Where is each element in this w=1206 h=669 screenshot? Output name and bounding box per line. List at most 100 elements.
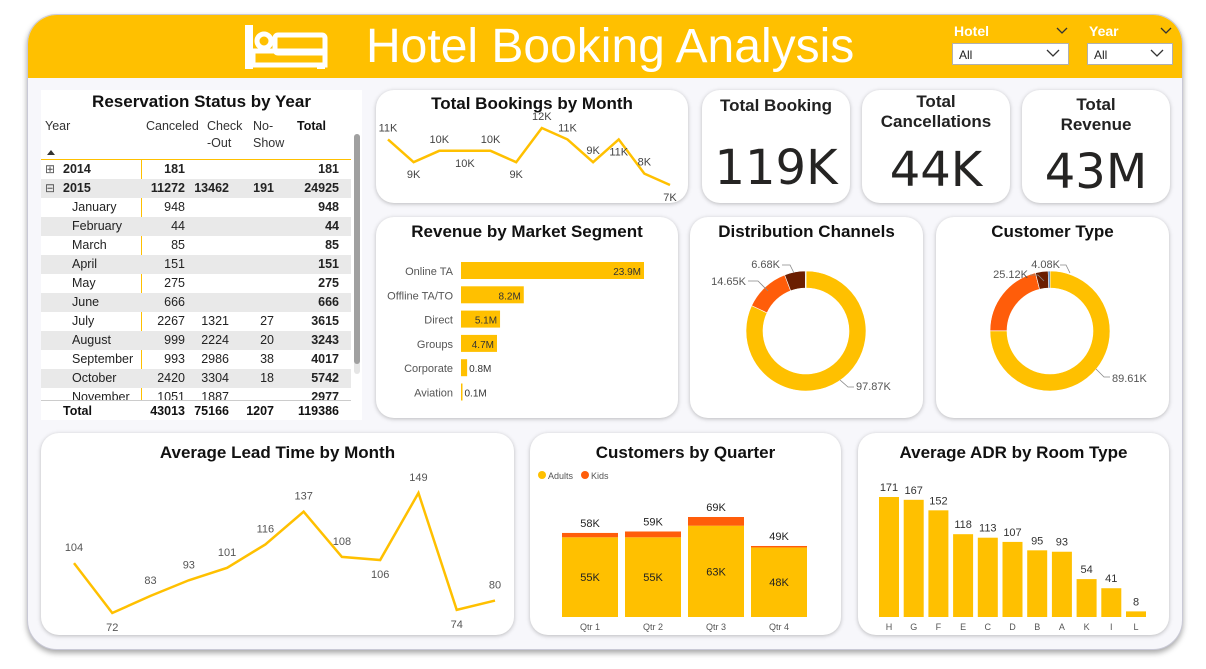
cell-total: 3615: [311, 314, 339, 328]
adr-category-label: D: [1009, 622, 1016, 632]
row-label: August: [72, 333, 111, 347]
bookings-data-label: 11K: [379, 122, 398, 134]
row-label: 2015: [63, 181, 91, 195]
kpi-total-cancellations: Total Cancellations 44K: [862, 90, 1010, 203]
kpi-total-booking: Total Booking 119K: [702, 90, 850, 203]
quarter-stacked-bar-chart[interactable]: Adults Kids 55K 58K Qtr 1 55K 59K Qtr 2 63K 69K Qt…: [530, 433, 841, 635]
adr-bar: [1027, 550, 1048, 617]
quarter-adults-label: 55K: [580, 572, 600, 584]
adr-bar: [928, 510, 949, 617]
year-slicer[interactable]: Year All: [1087, 23, 1175, 67]
total-noshow: 1207: [246, 404, 274, 418]
quarter-category-label: Qtr 4: [769, 622, 789, 632]
bookings-line-chart[interactable]: 11K 9K 10K 10K 10K 9K 12K 11K 9K 11K 8K 7K: [376, 90, 688, 203]
revenue-bar-chart[interactable]: Online TA 23.9M Offline TA/TO 8.2M Direct 5.1…: [376, 217, 678, 418]
cell-total: 666: [318, 295, 339, 309]
dashboard-title: Hotel Booking Analysis: [366, 20, 855, 73]
quarter-adults-label: 63K: [706, 566, 726, 578]
channels-leader-line: [782, 264, 795, 274]
row-label: October: [72, 371, 117, 385]
hotel-dropdown[interactable]: All: [952, 43, 1069, 65]
chevron-down-icon[interactable]: [1056, 27, 1068, 35]
table-row[interactable]: June 666 666: [41, 293, 351, 312]
kpi-total-booking-value: 119K: [714, 140, 838, 196]
adr-category-label: K: [1084, 622, 1090, 632]
col-header-year[interactable]: Year: [45, 118, 70, 135]
hotel-slicer[interactable]: Hotel All: [952, 23, 1070, 67]
customer-type-donut-chart[interactable]: 89.61K 25.12K4.08K: [936, 217, 1169, 418]
header-banner: Hotel Booking Analysis Hotel All Year Al…: [28, 15, 1182, 78]
total-total: 119386: [297, 404, 339, 418]
bookings-data-label: 10K: [455, 158, 475, 170]
table-row[interactable]: ⊟ 2015 11272 13462 191 24925: [41, 179, 351, 198]
adr-category-label: B: [1034, 622, 1040, 632]
adr-bar: [1051, 551, 1072, 617]
bookings-data-label: 7K: [663, 192, 677, 203]
cell-noshow: 27: [260, 314, 274, 328]
col-header-total[interactable]: Total: [297, 118, 326, 135]
bed-icon: [245, 25, 328, 69]
table-row[interactable]: May 275 275: [41, 274, 351, 293]
adr-category-label: E: [960, 622, 966, 632]
cell-canceled: 666: [164, 295, 185, 309]
revenue-data-label: 0.8M: [469, 364, 491, 375]
scrollbar-thumb[interactable]: [354, 134, 360, 364]
adr-by-room-card: Average ADR by Room Type 171 H 167 G 152 F 118…: [858, 433, 1169, 635]
table-row[interactable]: October 2420 3304 18 5742: [41, 369, 351, 388]
customer-type-data-label: 89.61K: [1112, 373, 1148, 385]
adr-category-label: C: [985, 622, 992, 632]
quarter-kids-bar: [751, 545, 807, 548]
revenue-bar: [461, 383, 463, 401]
revenue-data-label: 8.2M: [499, 291, 521, 302]
cell-total: 24925: [304, 181, 339, 195]
cell-canceled: 85: [171, 238, 185, 252]
quarter-total-label: 59K: [643, 516, 663, 528]
table-row[interactable]: January 948 948: [41, 198, 351, 217]
expand-toggle-icon[interactable]: ⊟: [45, 181, 55, 195]
table-row[interactable]: July 2267 1321 27 3615: [41, 312, 351, 331]
row-label: April: [72, 257, 98, 271]
customer-type-leader-line: [1095, 368, 1110, 378]
lead-time-line-chart[interactable]: 104 72 83 93 101 116 137 108 106 149 74 80: [41, 433, 514, 635]
table-row[interactable]: March 85 85: [41, 236, 351, 255]
channels-slice: [804, 270, 807, 289]
revenue-data-label: 0.1M: [465, 389, 487, 400]
adr-bar-chart[interactable]: 171 H 167 G 152 F 118 E 113 C 107 D 95 B 93 A 54 K 41 I 8 L: [858, 433, 1169, 635]
reservation-status-table[interactable]: Reservation Status by Year Year Canceled…: [41, 90, 362, 420]
year-dropdown[interactable]: All: [1087, 43, 1173, 65]
lead-time-data-label: 137: [294, 491, 312, 503]
table-row[interactable]: September 993 2986 38 4017: [41, 350, 351, 369]
row-label: July: [72, 314, 95, 328]
adr-data-label: 8: [1133, 596, 1139, 608]
table-row[interactable]: February 44 44: [41, 217, 351, 236]
table-row[interactable]: August 999 2224 20 3243: [41, 331, 351, 350]
cell-total: 151: [318, 257, 339, 271]
cell-total: 275: [318, 276, 339, 290]
quarter-category-label: Qtr 1: [580, 622, 600, 632]
cell-canceled: 999: [164, 333, 185, 347]
customer-type-data-label: 4.08K: [1031, 259, 1060, 271]
lead-time-series-line: [73, 489, 496, 615]
chevron-down-icon[interactable]: [1160, 27, 1172, 35]
revenue-bar: [461, 359, 468, 377]
col-header-noshow[interactable]: No- Show: [253, 118, 289, 152]
lead-time-data-label: 101: [218, 547, 236, 559]
col-header-checkout[interactable]: Check -Out: [207, 118, 247, 152]
revenue-category-label: Online TA: [405, 266, 454, 278]
hotel-dropdown-value: All: [959, 48, 973, 62]
col-header-canceled[interactable]: Canceled: [146, 118, 199, 135]
channels-data-label: 6.68K: [751, 259, 780, 271]
sort-up-icon[interactable]: [47, 150, 55, 155]
cell-checkout: 13462: [194, 181, 229, 195]
kpi-total-cancellations-label: Total Cancellations: [880, 92, 992, 131]
table-scrollbar[interactable]: [354, 134, 360, 374]
channels-donut-chart[interactable]: 97.87K 14.65K 6.68K: [690, 217, 923, 418]
lead-time-data-label: 116: [257, 523, 275, 535]
expand-toggle-icon[interactable]: ⊞: [45, 162, 55, 176]
quarter-adults-label: 55K: [643, 572, 663, 584]
table-row[interactable]: ⊞ 2014 181 181: [41, 160, 351, 179]
cell-canceled: 11272: [150, 181, 185, 195]
table-row[interactable]: April 151 151: [41, 255, 351, 274]
quarter-category-label: Qtr 2: [643, 622, 663, 632]
total-checkout: 75166: [194, 404, 229, 418]
